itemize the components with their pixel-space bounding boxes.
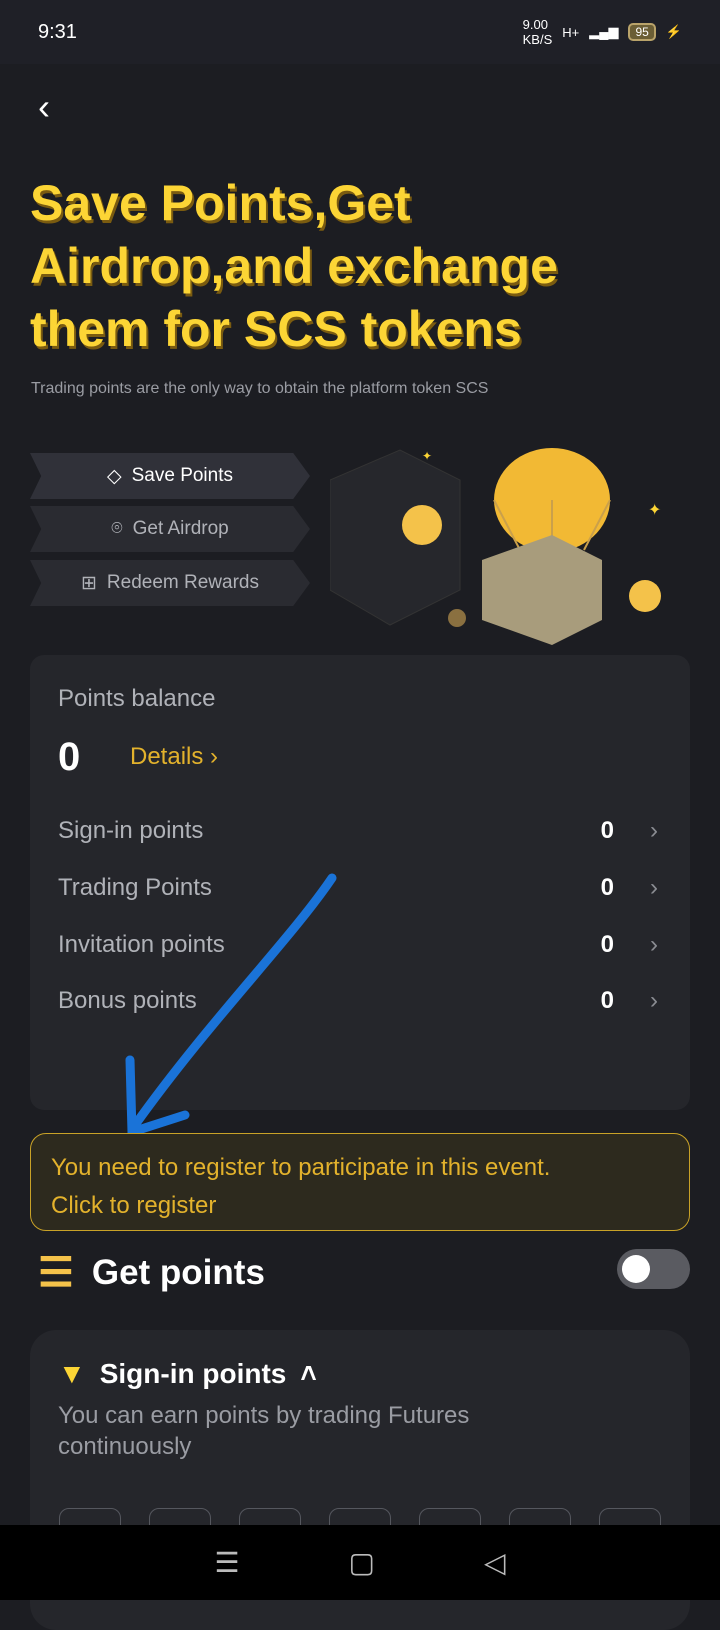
signal-icon: ▂▄▆ [589, 24, 619, 39]
airdrop-illustration: ✦✦ [330, 448, 661, 645]
tab-label: Save Points [131, 465, 234, 486]
trading-points-value: 0 [600, 874, 614, 901]
parachute-icon: ⌾ [111, 518, 123, 539]
details-link[interactable]: Details › [130, 743, 218, 771]
gift-icon: ⊞ [81, 572, 97, 594]
points-balance-value: 0 [58, 735, 81, 779]
page-title: Save Points,Get Airdrop,and exchange the… [30, 175, 558, 357]
chevron-right-icon[interactable]: › [650, 987, 658, 1015]
status-bar: 9:31 9.00 KB/S H+ ▂▄▆ 95 ⚡ [0, 0, 720, 64]
charging-icon: ⚡ [665, 24, 682, 39]
coins-icon: ☰ [38, 1251, 74, 1295]
net-speed: 9.00 KB/S [522, 17, 553, 47]
register-link[interactable]: Click to register [51, 1191, 669, 1221]
sign-in-description: You can earn points by trading Futures c… [58, 1402, 470, 1460]
diamond-icon: ▼ [58, 1358, 86, 1389]
get-points-toggle[interactable] [617, 1249, 690, 1289]
blue-arrow-annotation [125, 873, 337, 1139]
diamond-icon: ◇ [106, 465, 122, 487]
sign-in-header[interactable]: ▼ Sign-in points ˄ [58, 1358, 317, 1390]
svg-text:✦: ✦ [648, 502, 661, 519]
sign-in-points-value: 0 [600, 817, 614, 844]
back-button[interactable]: ‹ [38, 86, 50, 128]
tab-save-points[interactable]: ◇ Save Points [30, 453, 310, 499]
system-nav-bar: ☰ ▢ ◁ [0, 1525, 720, 1600]
invitation-points-value: 0 [600, 931, 614, 958]
tab-label: Redeem Rewards [106, 572, 259, 593]
get-points-header: ☰ Get points [38, 1250, 265, 1296]
chevron-up-icon[interactable]: ˄ [300, 1358, 316, 1390]
get-points-title: Get points [91, 1253, 265, 1292]
svg-text:✦: ✦ [422, 449, 432, 463]
chevron-right-icon[interactable]: › [650, 817, 658, 845]
clock: 9:31 [38, 20, 77, 43]
battery-icon: 95 [628, 23, 656, 41]
tab-label: Get Airdrop [132, 518, 229, 539]
chevron-right-icon[interactable]: › [650, 874, 658, 902]
menu-icon[interactable]: ☰ [214, 1546, 239, 1579]
tab-redeem-rewards[interactable]: ⊞ Redeem Rewards [30, 560, 310, 606]
home-icon[interactable]: ▢ [349, 1546, 375, 1579]
sign-in-title: Sign-in points [99, 1358, 287, 1389]
sign-in-points-label[interactable]: Sign-in points [58, 817, 203, 845]
network-type: H+ [562, 24, 580, 40]
points-balance-label: Points balance [58, 685, 216, 712]
register-notice-text: You need to register to participate in t… [51, 1154, 551, 1181]
chevron-right-icon[interactable]: › [650, 931, 658, 959]
page-subtitle: Trading points are the only way to obtai… [31, 380, 489, 397]
bonus-points-value: 0 [600, 987, 614, 1014]
register-notice[interactable]: You need to register to participate in t… [30, 1133, 690, 1231]
tab-get-airdrop[interactable]: ⌾ Get Airdrop [30, 506, 310, 552]
back-icon[interactable]: ◁ [484, 1546, 506, 1579]
